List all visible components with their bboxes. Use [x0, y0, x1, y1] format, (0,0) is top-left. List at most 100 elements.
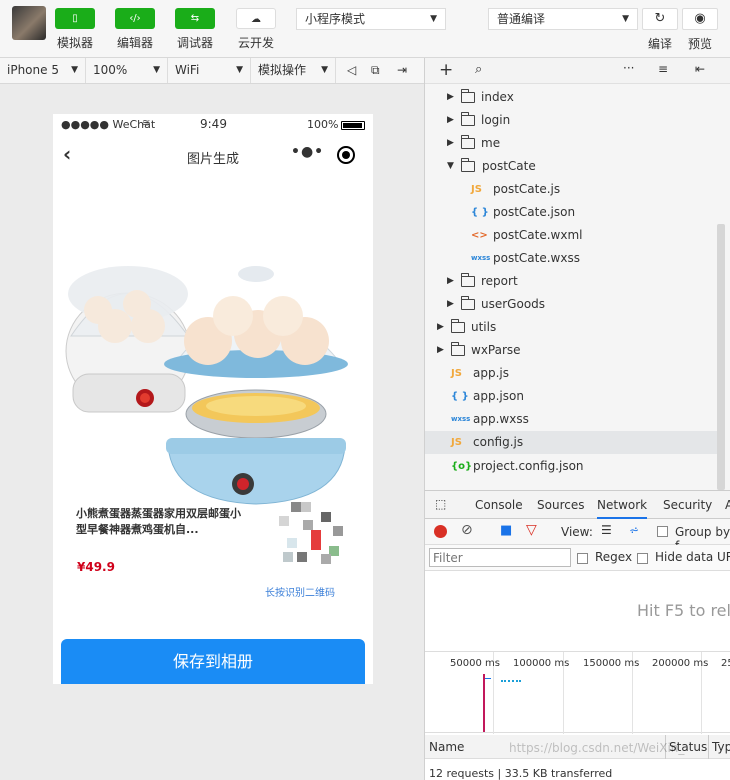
regex-checkbox[interactable] [577, 553, 588, 564]
cloud-dev-button[interactable]: ☁ 云开发 [232, 8, 280, 51]
device-select[interactable]: iPhone 5 ▼ [0, 58, 86, 83]
target-icon[interactable] [337, 146, 355, 164]
product-price: ¥49.9 [77, 560, 115, 574]
network-toolbar: ⊘ ■ ▽ View: ☰ ⩫ Group by f [425, 519, 730, 553]
waterfall-icon[interactable]: ⩫ [629, 523, 639, 537]
network-value: WiFi [175, 63, 200, 77]
tree-item-config-js[interactable]: JS config.js [425, 431, 719, 454]
tree-item-project-config[interactable]: {o} project.config.json [425, 455, 719, 478]
filter-icon[interactable]: ▽ [526, 522, 537, 538]
plus-icon[interactable]: + [439, 60, 453, 80]
network-timeline: 50000 ms 100000 ms 150000 ms 200000 ms 2… [425, 651, 730, 734]
tree-item-app-json[interactable]: { } app.json [425, 385, 719, 408]
tab-security[interactable]: Security [663, 491, 712, 519]
detach-icon[interactable]: ⇥ [397, 58, 407, 83]
tab-overflow[interactable]: A [725, 491, 730, 519]
tool-label: 模拟器 [56, 36, 93, 50]
more-dots-icon[interactable]: •●• [291, 144, 324, 160]
zoom-select[interactable]: 100% ▼ [86, 58, 168, 83]
nav-title: 图片生成 [187, 152, 240, 167]
json-file-icon: { } [471, 207, 489, 218]
status-footer: 12 requests | 33.5 KB transferred [429, 767, 613, 780]
mode-select[interactable]: 小程序模式 ▼ [296, 8, 446, 30]
filter-input[interactable] [429, 548, 571, 567]
list-view-icon[interactable]: ☰ [601, 523, 612, 537]
tree-item-app-js[interactable]: JS app.js [425, 362, 719, 385]
status-bar: ●●●●● WeChat ≋ 9:49 100% [53, 114, 373, 136]
simulator-toggle[interactable]: ▯ 模拟器 [51, 8, 99, 51]
group-by-checkbox[interactable] [657, 526, 668, 537]
operation-select[interactable]: 模拟操作 ▼ [251, 58, 336, 83]
watermark: https://blog.csdn.net/WeiXin_ [509, 741, 685, 755]
tab-console[interactable]: Console [475, 491, 523, 519]
file-explorer: + ⌕ ··· ≡ ⇤ ▶ index ▶ login ▶ me ▼ postC… [424, 58, 730, 490]
tree-item-postcate-wxml[interactable]: <> postCate.wxml [425, 224, 719, 247]
clear-icon[interactable]: ⊘ [461, 522, 473, 538]
tree-item-wxparse[interactable]: ▶ wxParse [425, 339, 719, 362]
folder-icon [461, 135, 475, 149]
explorer-scrollbar[interactable] [717, 224, 725, 490]
tree-item-me[interactable]: ▶ me [425, 132, 719, 155]
folder-icon [461, 89, 475, 103]
phone-screen: ●●●●● WeChat ≋ 9:49 100% ‹ 图片生成 •●• 小熊煮蛋… [53, 114, 373, 684]
tree-item-label: postCate.wxss [493, 251, 580, 265]
editor-toggle[interactable]: ‹/› 编辑器 [111, 8, 159, 51]
caret-right-icon: ▶ [447, 92, 454, 102]
tree-item-usergoods[interactable]: ▶ userGoods [425, 293, 719, 316]
reload-hint: Hit F5 to relo [637, 601, 730, 620]
network-select[interactable]: WiFi ▼ [168, 58, 251, 83]
mode-select-value: 小程序模式 [305, 12, 366, 26]
caret-right-icon: ▶ [437, 345, 444, 355]
debugger-toggle[interactable]: ⇆ 调试器 [171, 8, 219, 51]
caret-right-icon: ▶ [447, 115, 454, 125]
record-icon[interactable] [434, 525, 447, 538]
chevron-down-icon: ▼ [236, 65, 243, 75]
json-file-icon: { } [451, 391, 469, 402]
tree-item-postcate-js[interactable]: JS postCate.js [425, 178, 719, 201]
tree-item-login[interactable]: ▶ login [425, 109, 719, 132]
tree-item-report[interactable]: ▶ report [425, 270, 719, 293]
tab-network[interactable]: Network [597, 491, 648, 519]
preview-button[interactable]: ◉ 预览 [682, 8, 718, 52]
tree-item-label: wxParse [471, 343, 521, 357]
collapse-icon[interactable]: ⇤ [695, 62, 705, 76]
window-icon[interactable]: ⧉ [371, 58, 380, 83]
tree-item-label: index [481, 90, 514, 104]
tree-item-index[interactable]: ▶ index [425, 86, 719, 109]
col-name[interactable]: Name [429, 740, 464, 754]
js-file-icon: JS [451, 437, 462, 448]
more-icon[interactable]: ··· [623, 61, 634, 75]
tree-item-label: me [481, 136, 501, 150]
search-icon[interactable]: ⌕ [475, 62, 482, 77]
inspect-icon[interactable]: ⬚ [435, 497, 446, 511]
qr-code[interactable] [273, 502, 343, 566]
col-divider [708, 735, 709, 759]
tab-sources[interactable]: Sources [537, 491, 584, 519]
back-arrow-icon[interactable]: ‹ [63, 142, 71, 166]
tree-item-label: app.json [473, 389, 524, 403]
explorer-toolbar: + ⌕ ··· ≡ ⇤ [425, 58, 730, 84]
camera-icon[interactable]: ■ [500, 523, 512, 538]
folder-icon [451, 342, 465, 356]
compile-select[interactable]: 普通编译 ▼ [488, 8, 638, 30]
compile-label: 编译 [647, 37, 672, 51]
js-file-icon: JS [471, 184, 482, 195]
avatar[interactable] [12, 6, 46, 40]
tree-item-postcate[interactable]: ▼ postCate [425, 155, 719, 178]
tree-item-label: postCate [482, 159, 536, 173]
compile-button[interactable]: ↻ 编译 [642, 8, 678, 52]
tree-item-postcate-wxss[interactable]: wxss postCate.wxss [425, 247, 719, 270]
folder-open-icon [461, 158, 475, 172]
chevron-down-icon: ▼ [71, 65, 78, 75]
tree-item-app-wxss[interactable]: wxss app.wxss [425, 408, 719, 431]
sound-icon[interactable]: ◁ [347, 58, 356, 83]
sort-icon[interactable]: ≡ [658, 62, 668, 76]
col-type[interactable]: Typ [712, 740, 730, 754]
timeline-label: 25 [721, 658, 730, 669]
hide-data-urls-checkbox[interactable] [637, 553, 648, 564]
device-bar: iPhone 5 ▼ 100% ▼ WiFi ▼ 模拟操作 ▼ ◁ ⧉ ⇥ [0, 58, 424, 84]
tree-item-utils[interactable]: ▶ utils [425, 316, 719, 339]
save-to-album-button[interactable]: 保存到相册 [61, 639, 365, 684]
folder-icon [461, 296, 475, 310]
tree-item-postcate-json[interactable]: { } postCate.json [425, 201, 719, 224]
